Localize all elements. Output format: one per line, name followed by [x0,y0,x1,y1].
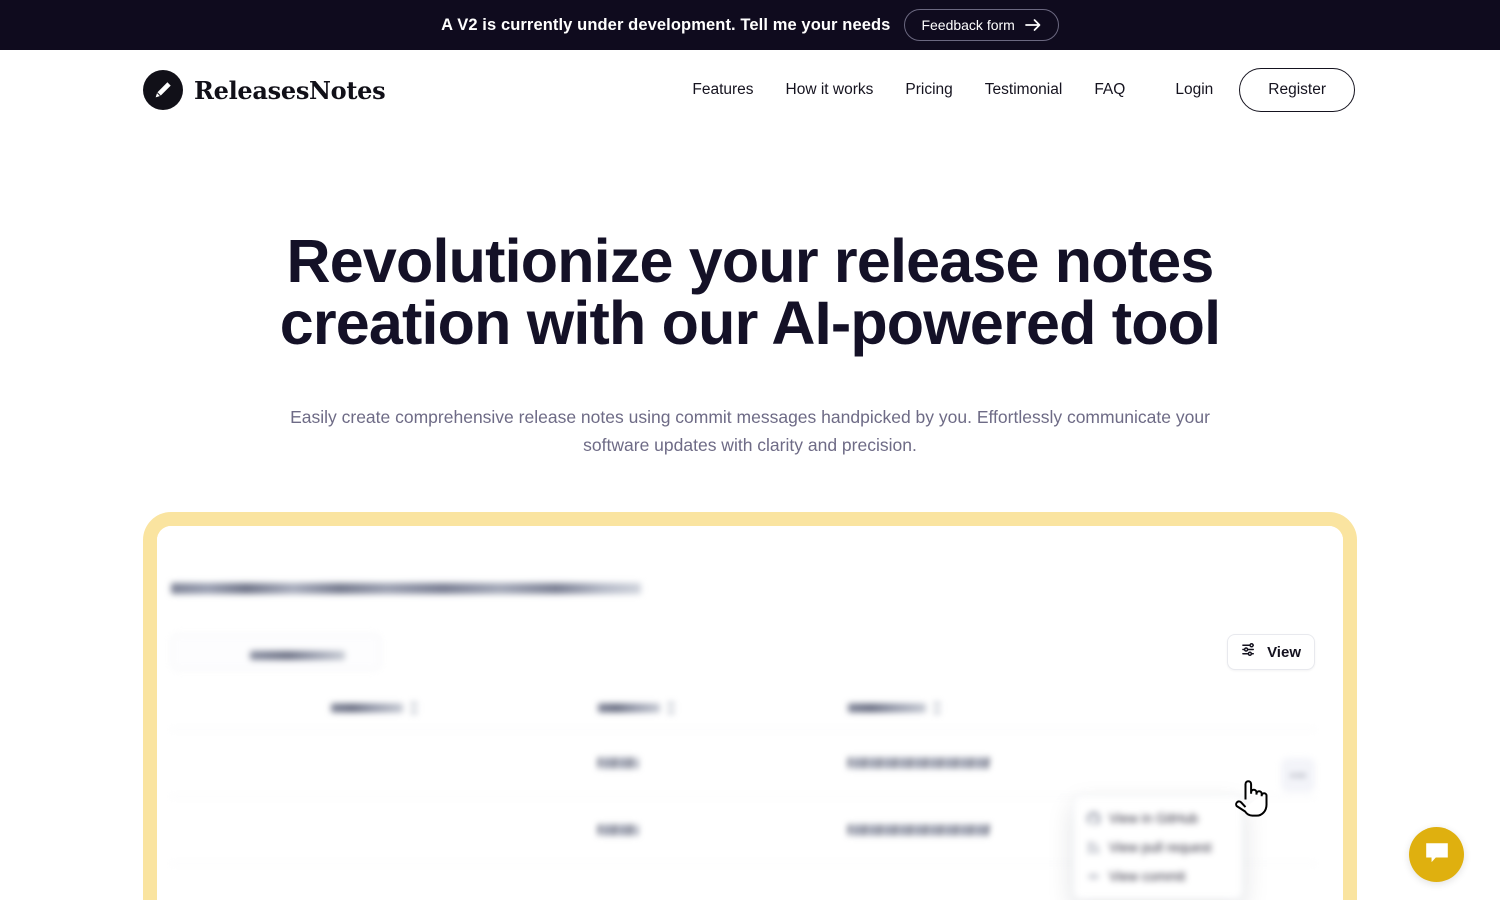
page-title: Revolutionize your release notes creatio… [279,227,1221,357]
cell-last-updated [848,757,991,769]
sort-icon-1[interactable] [411,702,417,713]
main-navigation: Features How it works Pricing Testimonia… [692,81,1125,99]
mock-filter-placeholder [250,651,345,660]
table-row[interactable] [171,730,1315,797]
menu-item-view-commit[interactable]: View commit [1074,862,1242,891]
mock-app-heading [171,583,641,594]
chat-widget-button[interactable] [1409,827,1464,882]
kebab-menu-icon[interactable] [1281,758,1315,792]
hero-section: Revolutionize your release notes creatio… [0,130,1500,459]
column-header-2[interactable] [598,703,660,712]
brand-name: ReleasesNotes [194,75,386,105]
cell-author [598,824,638,836]
nav-item-faq[interactable]: FAQ [1094,81,1125,99]
pointing-hand-cursor [1234,778,1268,822]
menu-item-view-in-github[interactable]: View in GitHub [1074,804,1242,833]
github-icon [1086,812,1100,826]
table-header-row [171,686,1315,730]
site-header: ReleasesNotes Features How it works Pric… [0,50,1500,130]
nav-item-pricing[interactable]: Pricing [905,81,952,99]
commit-icon [1086,870,1100,884]
register-button[interactable]: Register [1239,68,1355,112]
announcement-banner: A V2 is currently under development. Tel… [0,0,1500,50]
nav-item-testimonial[interactable]: Testimonial [985,81,1063,99]
nav-item-features[interactable]: Features [692,81,753,99]
menu-item-label: View commit [1109,869,1186,884]
pen-icon [143,70,183,110]
menu-item-view-pull-request[interactable]: View pull request [1074,833,1242,862]
feedback-form-label: Feedback form [921,17,1015,33]
auth-group: Login Register [1175,68,1355,112]
product-preview-screenshot: « ‹ › » View in GitHub [157,526,1343,900]
sort-icon-2[interactable] [668,702,674,713]
chat-bubble-icon [1424,841,1450,868]
menu-item-label: View pull request [1109,840,1212,855]
column-header-1[interactable] [331,703,403,712]
row-context-menu: View in GitHub View pull request View co… [1073,795,1243,900]
feedback-form-button[interactable]: Feedback form [904,9,1059,41]
menu-item-label: View in GitHub [1109,811,1199,826]
sliders-icon [1241,641,1258,663]
view-button[interactable]: View [1227,634,1315,670]
product-preview-frame: « ‹ › » View in GitHub [143,512,1357,900]
nav-item-how-it-works[interactable]: How it works [786,81,874,99]
sort-icon-3[interactable] [934,702,940,713]
brand-logo[interactable]: ReleasesNotes [143,70,386,110]
cell-last-updated [848,824,991,836]
cell-author [598,757,638,769]
arrow-right-icon [1024,18,1042,32]
announcement-text: A V2 is currently under development. Tel… [441,15,891,34]
column-header-3[interactable] [848,703,926,712]
hero-subtitle: Easily create comprehensive release note… [290,407,1210,455]
view-button-label: View [1267,643,1301,661]
login-link[interactable]: Login [1175,81,1213,99]
pull-request-icon [1086,841,1100,855]
